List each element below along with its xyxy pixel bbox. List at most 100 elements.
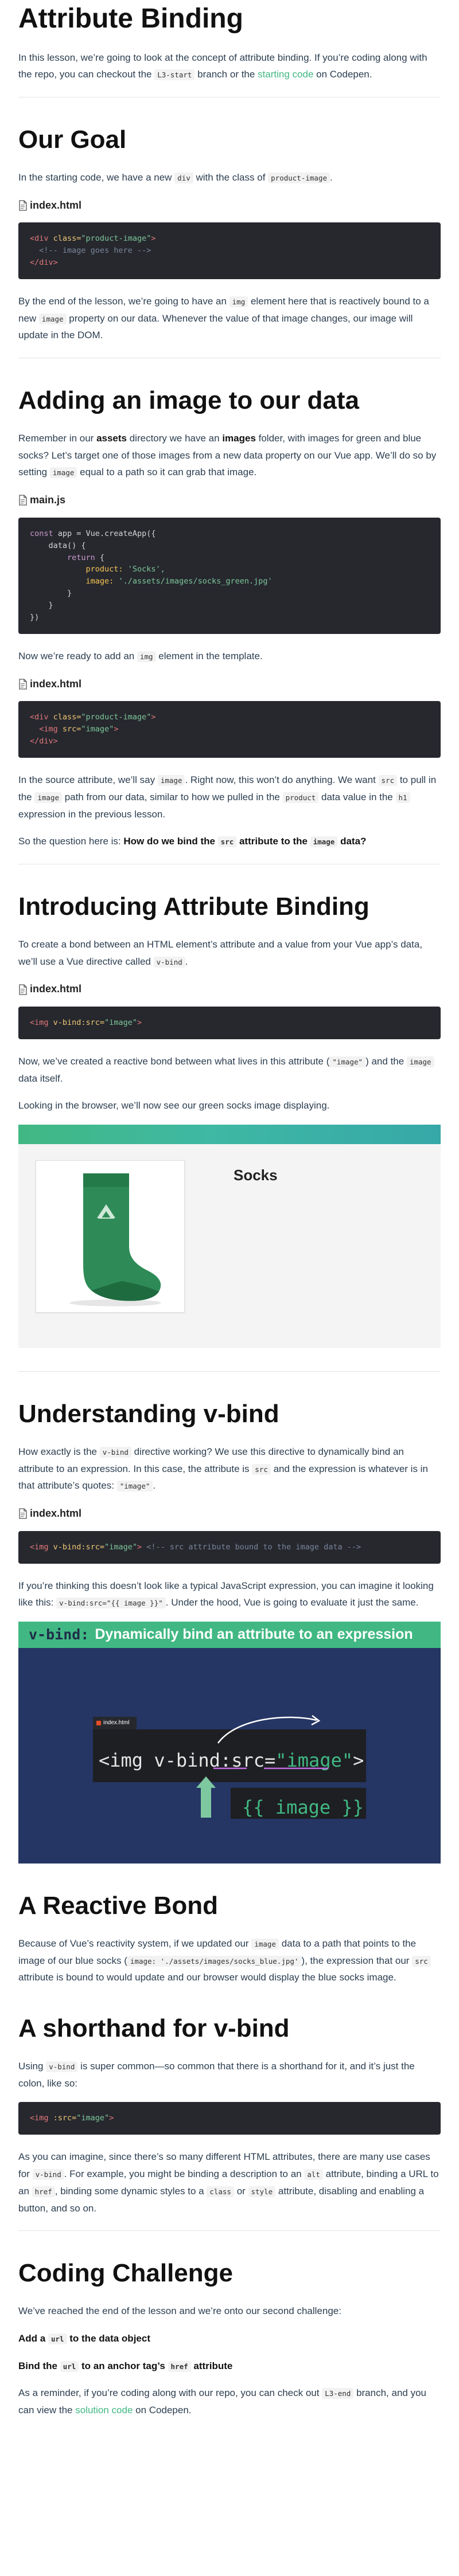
code-token: <img <box>30 2113 49 2123</box>
text: on Codepen. <box>313 69 372 80</box>
page-title: Attribute Binding <box>18 3 243 34</box>
section-divider <box>18 1371 441 1372</box>
challenge-item-1: Add a url to the data object <box>18 2330 441 2347</box>
text: directory we have an <box>127 432 223 444</box>
file-name: index.html <box>30 678 82 690</box>
text: Using <box>18 2060 46 2072</box>
code-token: > <box>151 712 156 722</box>
inline-code: src <box>378 775 398 786</box>
introducing-paragraph: To create a bond between an HTML element… <box>18 936 441 970</box>
code-token: 'Socks', <box>123 565 165 574</box>
text: element in the template. <box>155 651 263 662</box>
inline-code: style <box>248 2186 276 2197</box>
product-image-card <box>36 1160 185 1313</box>
bold-text: images <box>222 432 256 444</box>
file-icon <box>18 495 28 506</box>
code-token: "image" <box>81 725 114 734</box>
code-token: product: <box>30 565 123 574</box>
inline-code: href <box>32 2186 55 2197</box>
text: or <box>234 2185 248 2197</box>
code-token: app = Vue.createApp({ <box>53 528 156 538</box>
text: In the starting code, we have a new <box>18 171 175 183</box>
code-token: './assets/images/socks_green.jpg' <box>114 577 273 586</box>
inline-code: L3-end <box>322 2388 354 2399</box>
inline-code: image <box>38 313 67 324</box>
text: Because of Vue’s reactivity system, if w… <box>18 1937 252 1949</box>
code-token: <div <box>30 234 49 244</box>
code-token: > <box>114 725 119 734</box>
code-block: <div class="product-image"> <img src="im… <box>18 701 441 758</box>
adding-paragraph-3: In the source attribute, we’ll say image… <box>18 772 441 823</box>
v-bind-diagram: v-bind: Dynamically bind an attribute to … <box>18 1622 441 1864</box>
code-token: "product-image" <box>81 712 151 722</box>
bold-text: Bind the url to an anchor tag’s href att… <box>18 2360 233 2372</box>
text: branch or the <box>195 69 258 80</box>
inline-code: src <box>252 1463 271 1475</box>
inline-code: image <box>49 467 77 479</box>
inline-code: v-bind <box>32 2169 64 2180</box>
text: . <box>153 1480 156 1491</box>
code-token: src= <box>57 725 81 734</box>
text: with the class of <box>193 171 269 183</box>
text: attribute <box>190 2360 233 2371</box>
bold-text: Add a url to the data object <box>18 2333 150 2344</box>
starting-code-link[interactable]: starting code <box>258 69 313 80</box>
text: property on our data. Whenever the value… <box>18 312 413 341</box>
file-name: index.html <box>30 983 82 995</box>
text: Add a <box>18 2332 48 2344</box>
code-token: > <box>137 1017 142 1027</box>
code-token: "image" <box>104 1017 137 1027</box>
challenge-item-2: Bind the url to an anchor tag’s href att… <box>18 2358 441 2375</box>
code-block: <img :src="image"> <box>18 2102 441 2135</box>
file-name: main.js <box>30 494 66 506</box>
text: equal to a path so it can grab that imag… <box>77 467 257 478</box>
code-token: > <box>151 234 156 244</box>
code-token: <img <box>30 725 58 734</box>
section-title-shorthand: A shorthand for v-bind <box>18 2014 290 2043</box>
text: . <box>329 171 333 183</box>
text: path from our data, similar to how we pu… <box>62 791 283 802</box>
code-token: </div> <box>30 737 58 746</box>
file-label: index.html <box>18 197 441 215</box>
code-token: v-bind:src= <box>48 1542 105 1552</box>
pointer-marker <box>201 1783 211 1818</box>
text: As a reminder, if you’re coding along wi… <box>18 2387 322 2399</box>
section-divider <box>18 2230 441 2232</box>
code-token: </div> <box>30 257 58 267</box>
inline-code: src <box>217 836 237 848</box>
code-token: }) <box>30 613 40 623</box>
section-title-coding-challenge: Coding Challenge <box>18 2259 233 2288</box>
diagram-overlay <box>196 1715 328 1818</box>
solution-code-link[interactable]: solution code <box>75 2405 133 2416</box>
code-block: <img v-bind:src="image"> <box>18 1006 441 1039</box>
inline-code: product <box>282 792 319 803</box>
text: data? <box>337 836 367 847</box>
bold-question: How do we bind the src attribute to the … <box>123 836 367 848</box>
text: Now we’re ready to add an <box>18 651 137 662</box>
inline-code: image <box>34 792 62 803</box>
code-token: { <box>95 553 105 562</box>
intro-paragraph: In this lesson, we’re going to look at t… <box>18 49 441 84</box>
text: To create a bond between an HTML element… <box>18 938 423 967</box>
file-icon <box>18 679 28 690</box>
text: . Right now, this won’t do anything. We … <box>185 774 379 786</box>
text: expression in the previous lesson. <box>18 808 166 820</box>
file-icon <box>18 984 28 995</box>
file-label: index.html <box>18 980 441 999</box>
code-block: const app = Vue.createApp({ data() { ret… <box>18 517 441 635</box>
code-token: <img <box>30 1017 49 1027</box>
inline-code: image <box>157 775 185 786</box>
challenge-paragraph: We’ve reached the end of the lesson and … <box>18 2305 341 2317</box>
goal-paragraph: In the starting code, we have a new div … <box>18 169 441 186</box>
text: By the end of the lesson, we’re going to… <box>18 295 230 307</box>
text: , binding some dynamic styles to a <box>55 2185 207 2197</box>
inline-code: v-bind:src="{{ image }}" <box>56 1598 166 1609</box>
introducing-paragraph-2: Now, we’ve created a reactive bond betwe… <box>18 1053 441 1087</box>
file-name: index.html <box>30 1508 82 1520</box>
code-token: <!-- image goes here --> <box>30 246 151 256</box>
product-title: Socks <box>234 1166 278 1184</box>
text: to the data object <box>67 2332 150 2344</box>
shorthand-paragraph-2: As you can imagine, since there’s so man… <box>18 2148 441 2217</box>
inline-code: "image" <box>329 1056 366 1067</box>
inline-code: url <box>60 2360 79 2372</box>
